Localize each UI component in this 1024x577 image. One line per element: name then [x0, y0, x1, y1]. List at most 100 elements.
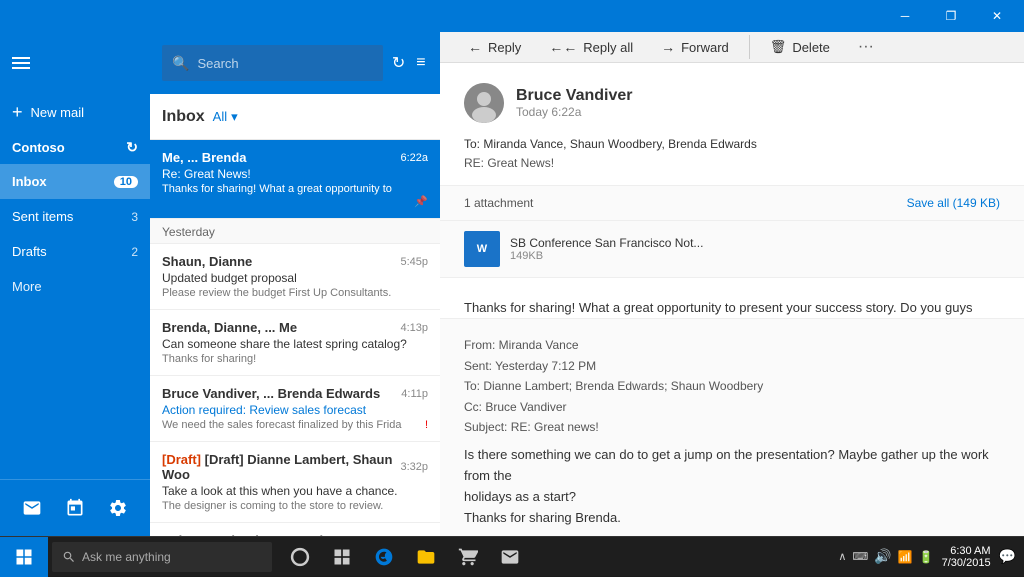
footer-sent: Sent: Yesterday 7:12 PM — [464, 356, 1000, 376]
reading-pane: ← Reply ←← Reply all → Forward 🗑 Delete … — [440, 32, 1024, 536]
reply-all-button[interactable]: ←← Reply all — [537, 33, 645, 61]
nav-bottom-icons — [0, 479, 150, 536]
sent-label: Sent items — [12, 209, 73, 224]
taskbar-time: 6:30 AM 7/30/2015 — [942, 545, 991, 569]
email-time: 3:32p — [400, 461, 428, 473]
maximize-button[interactable]: ❐ — [928, 0, 974, 32]
subject-line: RE: Great News! — [464, 154, 1000, 173]
sidebar-item-inbox[interactable]: Inbox 10 — [0, 164, 150, 199]
chevron-icon[interactable]: ∧ — [838, 550, 846, 563]
account-label: Contoso — [12, 140, 65, 155]
email-column: 🔍 ↻ ≡ Inbox All ▾ — [150, 32, 440, 536]
email-sender: [Draft] [Draft] Dianne Lambert, Shaun Wo… — [162, 452, 400, 482]
list-item[interactable]: Brenda, Dianne, ... Me 4:13p Can someone… — [150, 310, 440, 376]
footer-meta: From: Miranda Vance Sent: Yesterday 7:12… — [464, 335, 1000, 437]
footer-body-2: holidays as a start? — [464, 487, 1000, 508]
email-time: 4:11p — [401, 388, 428, 400]
body-line-1: Thanks for sharing! What a great opportu… — [464, 298, 1000, 318]
flag-icon: ! — [425, 419, 428, 431]
network-icon[interactable]: 📶 — [898, 550, 913, 564]
start-button[interactable] — [0, 537, 48, 577]
main-window: ─ ❐ ✕ + New mail Contoso ↻ Inbox 10 — [0, 0, 1024, 536]
email-header: Bruce Vandiver Today 6:22a To: Miranda V… — [440, 63, 1024, 186]
taskbar-edge-icon[interactable] — [364, 537, 404, 577]
email-sender: Shaun, Dianne — [162, 254, 252, 269]
sidebar-item-sent[interactable]: Sent items 3 — [0, 199, 150, 234]
sender-info: Bruce Vandiver Today 6:22a — [516, 87, 1000, 119]
reply-icon: ← — [468, 39, 482, 55]
action-bar: ← Reply ←← Reply all → Forward 🗑 Delete … — [440, 32, 1024, 63]
list-item[interactable]: [Draft] [Draft] Dianne Lambert, Shaun Wo… — [150, 442, 440, 523]
sent-badge: 3 — [131, 210, 138, 224]
taskbar: Ask me anything ∧ ⌨ 🔊 📶 🔋 6:30 A — [0, 536, 1024, 576]
calendar-icon[interactable] — [57, 490, 93, 526]
save-all-link[interactable]: Save all (149 KB) — [907, 196, 1000, 210]
sidebar-item-drafts[interactable]: Drafts 2 — [0, 234, 150, 269]
attachment-count: 1 attachment — [464, 196, 533, 210]
more-button[interactable]: ··· — [850, 32, 882, 62]
email-preview: Please review the budget First Up Consul… — [162, 287, 428, 299]
battery-icon: 🔋 — [919, 550, 934, 564]
menu-button[interactable]: ≡ — [414, 45, 428, 81]
filter-button[interactable]: All ▾ — [213, 109, 238, 125]
sync-icon[interactable]: ↻ — [126, 139, 138, 156]
email-sender: Me, ... Brenda — [162, 150, 247, 165]
taskbar-store-icon[interactable] — [448, 537, 488, 577]
email-sender: Bruce Vandiver, ... Brenda Edwards — [162, 386, 380, 401]
volume-icon[interactable]: 🔊 — [874, 548, 891, 565]
titlebar: ─ ❐ ✕ — [0, 0, 1024, 32]
refresh-button[interactable]: ↻ — [391, 45, 405, 81]
reply-button[interactable]: ← Reply — [456, 33, 533, 61]
email-subject: Action required: Review sales forecast — [162, 403, 428, 417]
search-bar: 🔍 ↻ ≡ — [150, 32, 440, 94]
account-row[interactable]: Contoso ↻ — [0, 131, 150, 164]
word-doc-icon: W — [464, 231, 500, 267]
email-list-header: Inbox All ▾ — [150, 94, 440, 140]
delete-button[interactable]: 🗑 Delete — [758, 33, 842, 61]
taskbar-task-view-icon[interactable] — [322, 537, 362, 577]
inbox-badge: 10 — [114, 176, 138, 188]
inbox-title: Inbox — [162, 108, 205, 126]
email-meta: To: Miranda Vance, Shaun Woodbery, Brend… — [464, 135, 1000, 173]
drafts-badge: 2 — [131, 245, 138, 259]
mail-icon[interactable] — [14, 490, 50, 526]
settings-icon[interactable] — [100, 490, 136, 526]
taskbar-cortana-icon[interactable] — [280, 537, 320, 577]
forward-button[interactable]: → Forward — [649, 33, 741, 61]
list-item[interactable]: Dakota Lack, Dianne Lambert 3:15p Sales … — [150, 523, 440, 536]
sender-row: Bruce Vandiver Today 6:22a — [464, 83, 1000, 123]
email-items: Me, ... Brenda 6:22a Re: Great News! Tha… — [150, 140, 440, 536]
draft-label: [Draft] — [162, 452, 201, 467]
hamburger-button[interactable] — [0, 32, 150, 94]
new-mail-button[interactable]: + New mail — [0, 94, 150, 131]
email-preview: The designer is coming to the store to r… — [162, 500, 428, 512]
taskbar-mail-icon[interactable] — [490, 537, 530, 577]
search-input-wrap[interactable]: 🔍 — [162, 45, 383, 81]
email-time: 5:45p — [400, 256, 428, 268]
footer-body-3: Thanks for sharing Brenda. — [464, 508, 1000, 529]
inbox-label: Inbox — [12, 174, 47, 189]
taskbar-explorer-icon[interactable] — [406, 537, 446, 577]
list-item[interactable]: Bruce Vandiver, ... Brenda Edwards 4:11p… — [150, 376, 440, 442]
hamburger-icon — [12, 57, 30, 69]
footer-cc: Cc: Bruce Vandiver — [464, 397, 1000, 417]
minimize-button[interactable]: ─ — [882, 0, 928, 32]
attachment-bar: 1 attachment Save all (149 KB) — [440, 186, 1024, 221]
notification-icon[interactable]: 💬 — [999, 548, 1016, 565]
footer-subject: Subject: RE: Great news! — [464, 417, 1000, 437]
more-nav-item[interactable]: More — [0, 269, 150, 304]
close-button[interactable]: ✕ — [974, 0, 1020, 32]
forward-icon: → — [661, 39, 675, 55]
filter-label: All — [213, 109, 227, 124]
taskbar-search-label: Ask me anything — [82, 550, 171, 564]
email-subject: Take a look at this when you have a chan… — [162, 484, 428, 498]
search-input[interactable] — [197, 56, 373, 71]
email-subject: Updated budget proposal — [162, 271, 428, 285]
reply-all-icon: ←← — [549, 39, 577, 55]
taskbar-search[interactable]: Ask me anything — [52, 542, 272, 572]
list-item[interactable]: Shaun, Dianne 5:45p Updated budget propo… — [150, 244, 440, 310]
attachment-item[interactable]: W SB Conference San Francisco Not... 149… — [440, 221, 1024, 278]
email-list: Inbox All ▾ Me, ... Brenda 6:22a Re: Gre… — [150, 94, 440, 536]
list-item[interactable]: Me, ... Brenda 6:22a Re: Great News! Tha… — [150, 140, 440, 219]
taskbar-icons — [280, 537, 530, 577]
